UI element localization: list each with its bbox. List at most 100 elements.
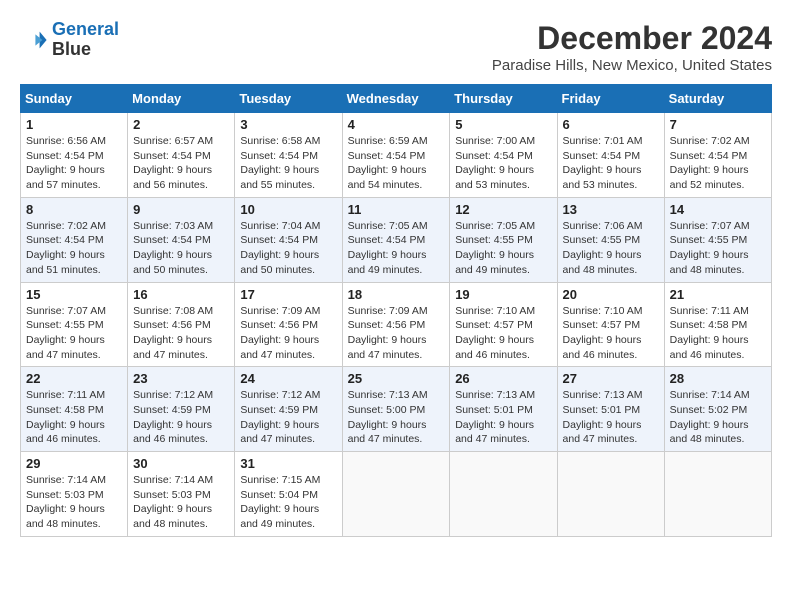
day-number: 31 [240, 456, 336, 471]
calendar-header-monday: Monday [128, 85, 235, 113]
calendar-cell: 11 Sunrise: 7:05 AMSunset: 4:54 PMDayligh… [342, 197, 450, 282]
header: General Blue December 2024 Paradise Hill… [20, 20, 772, 74]
calendar-cell: 30Sunrise: 7:14 AMSunset: 5:03 PMDayligh… [128, 452, 235, 537]
day-number: 14 [670, 202, 766, 217]
day-info: Sunrise: 7:13 AMSunset: 5:01 PMDaylight:… [563, 388, 659, 447]
day-info: Sunrise: 7:08 AMSunset: 4:56 PMDaylight:… [133, 304, 229, 363]
location-title: Paradise Hills, New Mexico, United State… [492, 57, 772, 74]
title-area: December 2024 Paradise Hills, New Mexico… [492, 20, 772, 74]
calendar: SundayMondayTuesdayWednesdayThursdayFrid… [20, 84, 772, 537]
day-info: Sunrise: 7:11 AMSunset: 4:58 PMDaylight:… [670, 304, 766, 363]
day-number: 22 [26, 371, 122, 386]
day-number: 25 [348, 371, 445, 386]
day-number: 2 [133, 117, 229, 132]
calendar-cell: 25Sunrise: 7:13 AMSunset: 5:00 PMDayligh… [342, 367, 450, 452]
day-info: Sunrise: 7:01 AMSunset: 4:54 PMDaylight:… [563, 134, 659, 193]
calendar-cell: 23Sunrise: 7:12 AMSunset: 4:59 PMDayligh… [128, 367, 235, 452]
calendar-header-saturday: Saturday [664, 85, 771, 113]
calendar-header-row: SundayMondayTuesdayWednesdayThursdayFrid… [21, 85, 772, 113]
calendar-cell: 15 Sunrise: 7:07 AMSunset: 4:55 PMDayligh… [21, 282, 128, 367]
calendar-cell: 21 Sunrise: 7:11 AMSunset: 4:58 PMDayligh… [664, 282, 771, 367]
calendar-cell: 22 Sunrise: 7:11 AMSunset: 4:58 PMDayligh… [21, 367, 128, 452]
day-number: 19 [455, 287, 551, 302]
day-info: Sunrise: 7:07 AMSunset: 4:55 PMDaylight:… [26, 304, 122, 363]
day-info: Sunrise: 7:14 AMSunset: 5:03 PMDaylight:… [26, 473, 122, 532]
calendar-cell: 28 Sunrise: 7:14 AMSunset: 5:02 PMDayligh… [664, 367, 771, 452]
calendar-cell: 27 Sunrise: 7:13 AMSunset: 5:01 PMDayligh… [557, 367, 664, 452]
day-number: 4 [348, 117, 445, 132]
calendar-cell: 13Sunrise: 7:06 AMSunset: 4:55 PMDayligh… [557, 197, 664, 282]
calendar-cell: 3 Sunrise: 6:58 AMSunset: 4:54 PMDaylight… [235, 113, 342, 198]
calendar-cell: 19 Sunrise: 7:10 AMSunset: 4:57 PMDayligh… [450, 282, 557, 367]
day-info: Sunrise: 6:56 AMSunset: 4:54 PMDaylight:… [26, 134, 122, 193]
calendar-cell: 14 Sunrise: 7:07 AMSunset: 4:55 PMDayligh… [664, 197, 771, 282]
month-title: December 2024 [492, 20, 772, 57]
day-number: 9 [133, 202, 229, 217]
day-number: 17 [240, 287, 336, 302]
day-info: Sunrise: 7:02 AMSunset: 4:54 PMDaylight:… [26, 219, 122, 278]
day-number: 16 [133, 287, 229, 302]
calendar-header-thursday: Thursday [450, 85, 557, 113]
day-info: Sunrise: 7:14 AMSunset: 5:02 PMDaylight:… [670, 388, 766, 447]
calendar-cell [342, 452, 450, 537]
calendar-cell: 12 Sunrise: 7:05 AMSunset: 4:55 PMDayligh… [450, 197, 557, 282]
calendar-header-friday: Friday [557, 85, 664, 113]
day-info: Sunrise: 7:10 AMSunset: 4:57 PMDaylight:… [563, 304, 659, 363]
calendar-week-row: 15 Sunrise: 7:07 AMSunset: 4:55 PMDayligh… [21, 282, 772, 367]
day-info: Sunrise: 6:58 AMSunset: 4:54 PMDaylight:… [240, 134, 336, 193]
day-info: Sunrise: 7:02 AMSunset: 4:54 PMDaylight:… [670, 134, 766, 193]
calendar-header-tuesday: Tuesday [235, 85, 342, 113]
day-info: Sunrise: 7:09 AMSunset: 4:56 PMDaylight:… [348, 304, 445, 363]
day-info: Sunrise: 7:03 AMSunset: 4:54 PMDaylight:… [133, 219, 229, 278]
day-number: 18 [348, 287, 445, 302]
calendar-cell: 20Sunrise: 7:10 AMSunset: 4:57 PMDayligh… [557, 282, 664, 367]
day-info: Sunrise: 6:59 AMSunset: 4:54 PMDaylight:… [348, 134, 445, 193]
day-number: 24 [240, 371, 336, 386]
day-number: 21 [670, 287, 766, 302]
day-number: 6 [563, 117, 659, 132]
logo-icon [20, 26, 48, 54]
day-info: Sunrise: 7:09 AMSunset: 4:56 PMDaylight:… [240, 304, 336, 363]
day-info: Sunrise: 7:11 AMSunset: 4:58 PMDaylight:… [26, 388, 122, 447]
calendar-cell: 1 Sunrise: 6:56 AMSunset: 4:54 PMDaylight… [21, 113, 128, 198]
day-info: Sunrise: 7:04 AMSunset: 4:54 PMDaylight:… [240, 219, 336, 278]
calendar-cell: 5Sunrise: 7:00 AMSunset: 4:54 PMDaylight… [450, 113, 557, 198]
day-info: Sunrise: 7:07 AMSunset: 4:55 PMDaylight:… [670, 219, 766, 278]
calendar-header-sunday: Sunday [21, 85, 128, 113]
calendar-cell: 24 Sunrise: 7:12 AMSunset: 4:59 PMDayligh… [235, 367, 342, 452]
calendar-cell [450, 452, 557, 537]
calendar-cell [557, 452, 664, 537]
day-number: 8 [26, 202, 122, 217]
day-number: 7 [670, 117, 766, 132]
day-info: Sunrise: 7:05 AMSunset: 4:55 PMDaylight:… [455, 219, 551, 278]
calendar-cell: 8 Sunrise: 7:02 AMSunset: 4:54 PMDaylight… [21, 197, 128, 282]
day-number: 30 [133, 456, 229, 471]
calendar-week-row: 29Sunrise: 7:14 AMSunset: 5:03 PMDayligh… [21, 452, 772, 537]
calendar-cell: 10 Sunrise: 7:04 AMSunset: 4:54 PMDayligh… [235, 197, 342, 282]
day-info: Sunrise: 7:10 AMSunset: 4:57 PMDaylight:… [455, 304, 551, 363]
calendar-cell: 18 Sunrise: 7:09 AMSunset: 4:56 PMDayligh… [342, 282, 450, 367]
calendar-week-row: 1 Sunrise: 6:56 AMSunset: 4:54 PMDaylight… [21, 113, 772, 198]
calendar-cell: 4 Sunrise: 6:59 AMSunset: 4:54 PMDaylight… [342, 113, 450, 198]
day-number: 27 [563, 371, 659, 386]
day-number: 12 [455, 202, 551, 217]
day-number: 15 [26, 287, 122, 302]
calendar-week-row: 22 Sunrise: 7:11 AMSunset: 4:58 PMDayligh… [21, 367, 772, 452]
day-info: Sunrise: 7:12 AMSunset: 4:59 PMDaylight:… [240, 388, 336, 447]
calendar-cell: 6 Sunrise: 7:01 AMSunset: 4:54 PMDaylight… [557, 113, 664, 198]
day-number: 1 [26, 117, 122, 132]
calendar-cell: 16 Sunrise: 7:08 AMSunset: 4:56 PMDayligh… [128, 282, 235, 367]
day-number: 28 [670, 371, 766, 386]
calendar-cell: 17 Sunrise: 7:09 AMSunset: 4:56 PMDayligh… [235, 282, 342, 367]
logo: General Blue [20, 20, 119, 60]
calendar-cell: 31Sunrise: 7:15 AMSunset: 5:04 PMDayligh… [235, 452, 342, 537]
day-number: 11 [348, 202, 445, 217]
day-info: Sunrise: 7:12 AMSunset: 4:59 PMDaylight:… [133, 388, 229, 447]
day-info: Sunrise: 7:06 AMSunset: 4:55 PMDaylight:… [563, 219, 659, 278]
day-info: Sunrise: 7:00 AMSunset: 4:54 PMDaylight:… [455, 134, 551, 193]
day-number: 10 [240, 202, 336, 217]
day-number: 26 [455, 371, 551, 386]
day-number: 3 [240, 117, 336, 132]
day-info: Sunrise: 7:05 AMSunset: 4:54 PMDaylight:… [348, 219, 445, 278]
calendar-header-wednesday: Wednesday [342, 85, 450, 113]
